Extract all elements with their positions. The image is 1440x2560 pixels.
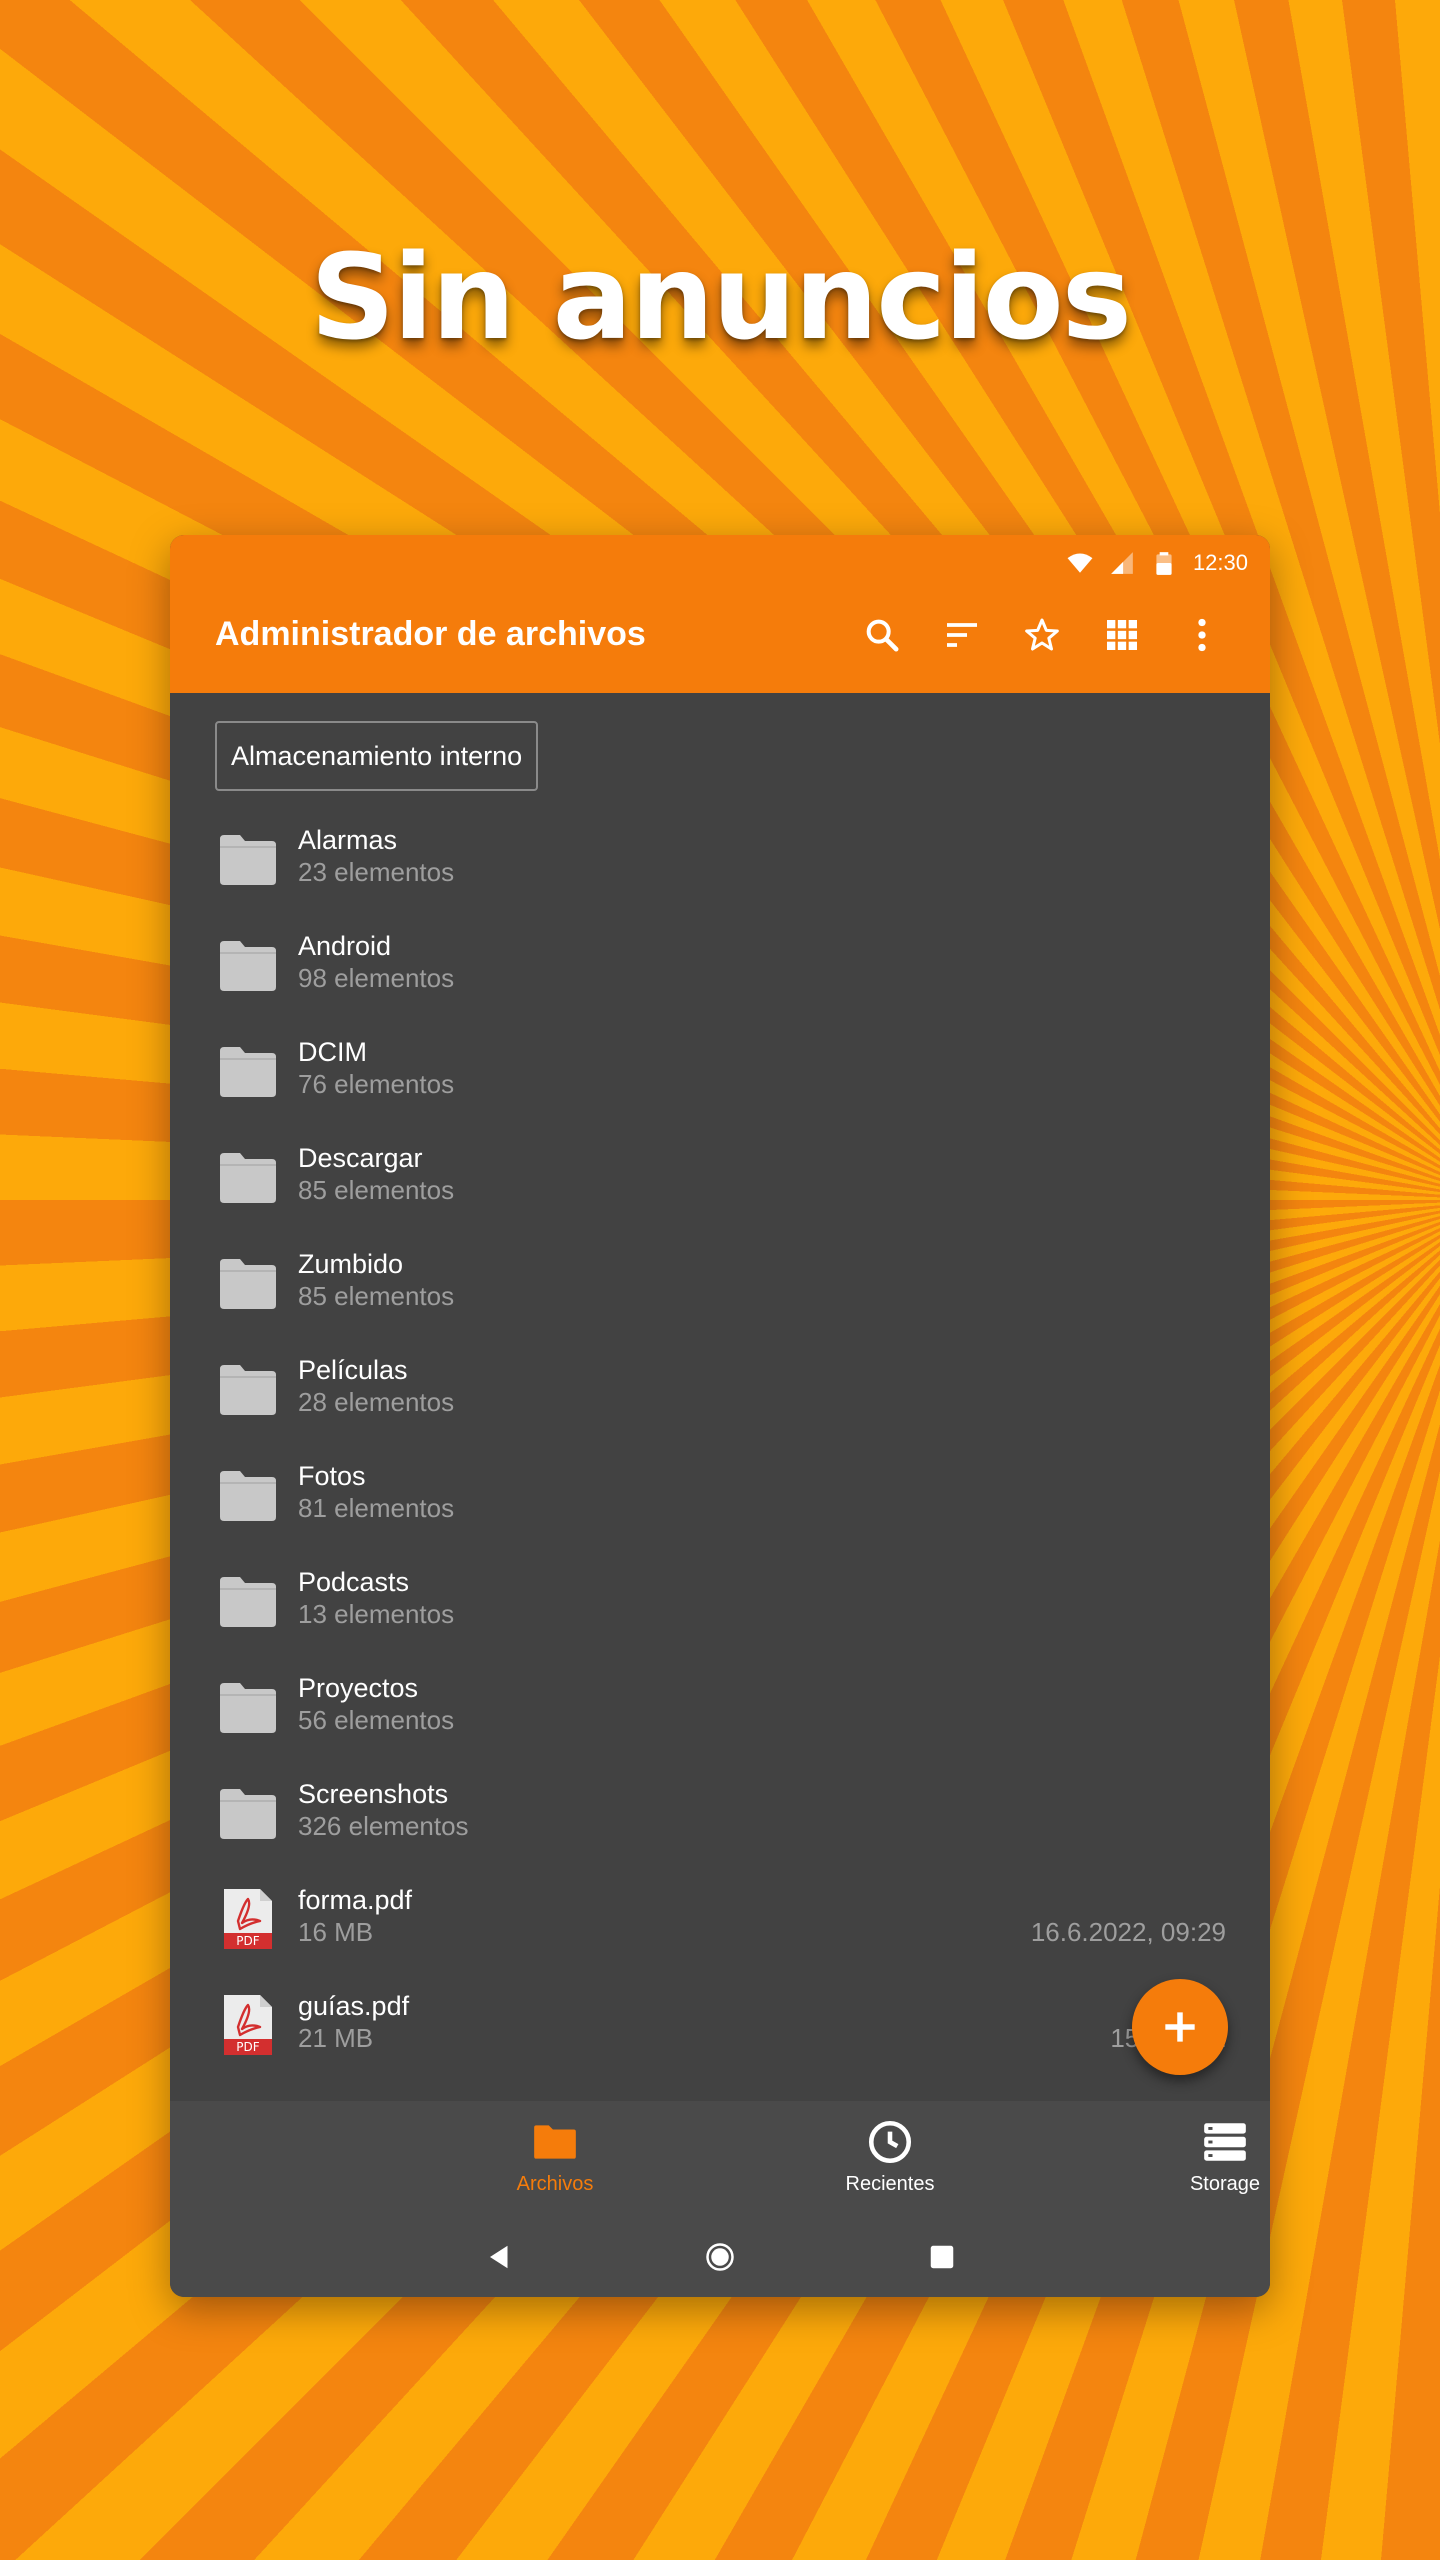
folder-icon	[220, 1683, 276, 1733]
item-info: 85 elementos	[298, 1175, 455, 1205]
item-info: 28 elementos	[298, 1387, 455, 1417]
folder-icon	[220, 1471, 276, 1521]
more-options-button[interactable]	[1162, 607, 1242, 663]
back-button[interactable]	[480, 2237, 520, 2277]
item-info: 23 elementos	[298, 857, 455, 887]
system-navigation-bar	[170, 2217, 1270, 2297]
item-name: Películas	[298, 1355, 408, 1385]
item-info: 85 elementos	[298, 1281, 455, 1311]
file-row[interactable]: PDF forma.pdf 16 MB 16.6.2022, 09:29	[170, 1869, 1270, 1969]
folder-icon	[220, 1047, 276, 1097]
pdf-file-icon: PDF	[224, 1889, 272, 1949]
file-row[interactable]: PDFguías.pdf21 MB15.6.2022	[170, 1975, 1270, 2075]
nav-recientes[interactable]: Recientes	[780, 2101, 1000, 2217]
item-name: Fotos	[298, 1461, 366, 1491]
search-icon	[866, 619, 899, 652]
item-name: guías.pdf	[298, 1991, 410, 2021]
item-name: Descargar	[298, 1143, 423, 1173]
file-list-area: Almacenamiento interno Alarmas 23 element…	[170, 693, 1270, 2297]
battery-icon	[1156, 552, 1172, 575]
item-name: Proyectos	[298, 1673, 419, 1703]
item-info: 81 elementos	[298, 1493, 455, 1523]
wifi-icon	[1067, 553, 1093, 573]
item-name: forma.pdf	[298, 1885, 413, 1915]
home-circle-icon	[706, 2243, 734, 2271]
item-name: Podcasts	[298, 1567, 410, 1597]
folder-row[interactable]: Proyectos 56 elementos	[170, 1657, 1270, 1757]
folder-row[interactable]: Screenshots 326 elementos	[170, 1763, 1270, 1863]
storage-icon	[1204, 2123, 1246, 2161]
device-screen: 12:30 Administrador de archivos Almacena…	[170, 535, 1270, 2297]
svg-text:PDF: PDF	[236, 1934, 259, 1948]
folder-row[interactable]: Android 98 elementos	[170, 915, 1270, 1015]
promo-headline: Sin anuncios	[310, 228, 1132, 366]
item-name: Android	[298, 931, 392, 961]
item-info: 16 MB	[298, 1917, 374, 1947]
recents-square-icon	[930, 2245, 954, 2269]
folder-row[interactable]: Descargar 85 elementos	[170, 1127, 1270, 1227]
folder-row[interactable]: Zumbido 85 elementos	[170, 1233, 1270, 1333]
recents-button[interactable]	[922, 2237, 962, 2277]
toolbar-actions	[842, 607, 1242, 663]
folder-row[interactable]: Alarmas 23 elementos	[170, 809, 1270, 909]
nav-label: Archivos	[516, 2173, 594, 2195]
folder-row[interactable]: DCIM 76 elementos	[170, 1021, 1270, 1121]
item-date: 16.6.2022, 09:29	[1030, 1917, 1226, 1947]
item-name: Screenshots	[298, 1779, 449, 1809]
grid-view-button[interactable]	[1082, 607, 1162, 663]
item-info: 13 elementos	[298, 1599, 455, 1629]
sort-icon	[947, 623, 977, 647]
signal-icon	[1111, 552, 1133, 574]
folder-icon	[220, 1365, 276, 1415]
nav-label: Recientes	[845, 2173, 935, 2195]
folder-icon	[220, 1153, 276, 1203]
item-info: 56 elementos	[298, 1705, 455, 1735]
bottom-navigation: Archivos Recientes Storage	[170, 2101, 1270, 2217]
item-info: 326 elementos	[298, 1811, 469, 1841]
folder-row[interactable]: Películas 28 elementos	[170, 1339, 1270, 1439]
sort-button[interactable]	[922, 607, 1002, 663]
breadcrumb[interactable]: Almacenamiento interno	[215, 721, 539, 791]
item-name: Zumbido	[298, 1249, 404, 1279]
folder-icon	[220, 1789, 276, 1839]
status-time: 12:30	[1192, 550, 1248, 575]
folder-icon	[220, 1577, 276, 1627]
folder-row[interactable]: Podcasts 13 elementos	[170, 1551, 1270, 1651]
app-bar: 12:30 Administrador de archivos	[170, 535, 1270, 693]
folder-icon	[534, 2125, 576, 2159]
more-vert-icon	[1198, 618, 1206, 652]
folder-row[interactable]: Fotos 81 elementos	[170, 1445, 1270, 1545]
item-info: 98 elementos	[298, 963, 455, 993]
favorites-button[interactable]	[1002, 607, 1082, 663]
folder-icon	[220, 835, 276, 885]
toolbar-title: Administrador de archivos	[215, 615, 646, 653]
folder-icon	[220, 941, 276, 991]
item-name: DCIM	[298, 1037, 367, 1067]
add-button[interactable]	[1132, 1979, 1228, 2075]
nav-archivos[interactable]: Archivos	[445, 2101, 665, 2217]
back-triangle-icon	[490, 2245, 508, 2269]
search-button[interactable]	[842, 607, 922, 663]
svg-text:PDF: PDF	[236, 2040, 259, 2054]
home-button[interactable]	[700, 2237, 740, 2277]
pdf-file-icon: PDF	[224, 1995, 272, 2055]
folder-icon	[220, 1259, 276, 1309]
grid-view-icon	[1107, 620, 1137, 650]
clock-icon	[868, 2120, 912, 2164]
plus-icon	[1165, 2012, 1195, 2042]
nav-storage[interactable]: Storage	[1115, 2101, 1270, 2217]
item-info: 76 elementos	[298, 1069, 455, 1099]
status-bar: 12:30	[1067, 543, 1248, 583]
item-info: 21 MB	[298, 2023, 374, 2053]
nav-label: Storage	[1189, 2173, 1261, 2195]
item-name: Alarmas	[298, 825, 398, 855]
star-icon	[1025, 618, 1059, 651]
